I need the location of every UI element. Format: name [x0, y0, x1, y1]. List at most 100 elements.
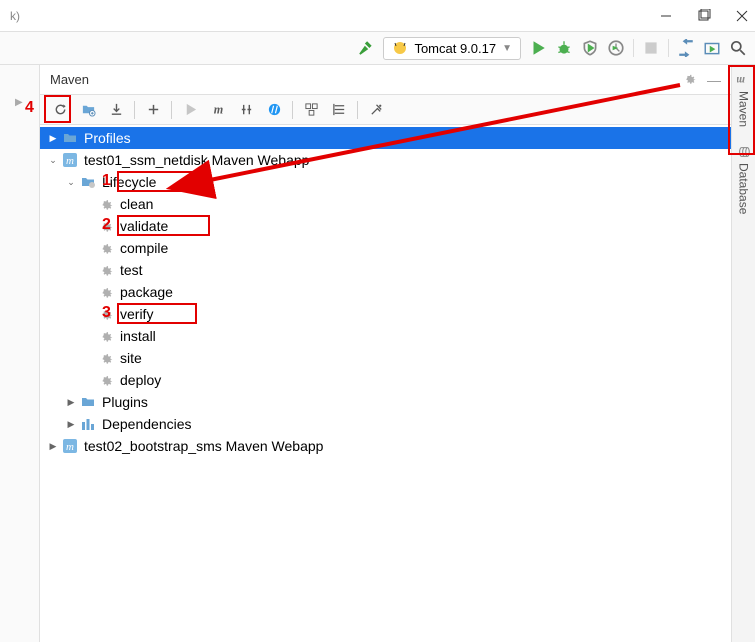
sidebar-tab-maven[interactable]: m Maven [732, 65, 755, 135]
hide-icon[interactable]: — [707, 72, 721, 88]
tree-node-project2[interactable]: ▶ test02_bootstrap_sms Maven Webapp [40, 435, 731, 457]
gear-icon [98, 328, 114, 344]
toggle-skip-tests-button[interactable] [262, 98, 286, 122]
gear-icon [98, 262, 114, 278]
expand-icon[interactable]: ▶ [64, 395, 78, 409]
profile-icon[interactable] [607, 39, 625, 57]
gear-icon[interactable] [682, 71, 697, 89]
run-config-label: Tomcat 9.0.17 [414, 41, 496, 56]
run-config-selector[interactable]: Tomcat 9.0.17 ▼ [383, 37, 521, 60]
tree-node-package[interactable]: ·package [40, 281, 731, 303]
maximize-button[interactable] [697, 9, 711, 23]
node-label: test [120, 262, 143, 278]
tree-node-deploy[interactable]: ·deploy [40, 369, 731, 391]
left-gutter: ▶ [0, 65, 40, 642]
folder-icon [80, 394, 96, 410]
download-sources-button[interactable] [104, 98, 128, 122]
expand-icon[interactable]: ▶ [46, 439, 60, 453]
folder-icon [62, 130, 78, 146]
node-label: Lifecycle [102, 174, 156, 190]
hammer-icon[interactable] [357, 39, 375, 57]
window-controls [659, 9, 749, 23]
node-label: validate [120, 218, 168, 234]
collapse-all-button[interactable] [327, 98, 351, 122]
tree-node-verify[interactable]: ·verify [40, 303, 731, 325]
commit-icon[interactable] [703, 39, 721, 57]
expand-icon[interactable]: ▶ [64, 417, 78, 431]
node-label: test02_bootstrap_sms Maven Webapp [84, 438, 323, 454]
gear-icon [98, 196, 114, 212]
node-label: compile [120, 240, 168, 256]
title-bar: k) [0, 0, 755, 32]
title-suffix: k) [6, 9, 20, 23]
toggle-offline-button[interactable] [234, 98, 258, 122]
tree-node-clean[interactable]: ·clean [40, 193, 731, 215]
gear-icon [98, 350, 114, 366]
tree-node-dependencies[interactable]: ▶Dependencies [40, 413, 731, 435]
reimport-button[interactable] [48, 98, 72, 122]
maven-icon [62, 438, 78, 454]
panel-header: Maven — [40, 65, 731, 95]
tree-node-project1[interactable]: ⌄ test01_ssm_netdisk Maven Webapp [40, 149, 731, 171]
chevron-down-icon: ▼ [502, 43, 512, 54]
debug-icon[interactable] [555, 39, 573, 57]
node-label: Plugins [102, 394, 148, 410]
tree-node-profiles[interactable]: ▶ Profiles [40, 127, 731, 149]
maven-icon: m [737, 73, 751, 87]
gear-icon [98, 218, 114, 234]
separator [171, 101, 172, 119]
run-icon[interactable] [529, 39, 547, 57]
close-button[interactable] [735, 9, 749, 23]
collapse-icon[interactable]: ▶ [15, 97, 23, 108]
collapse-icon[interactable]: ⌄ [64, 175, 78, 189]
maven-panel: Maven — m ▶ [40, 65, 731, 642]
coverage-icon[interactable] [581, 39, 599, 57]
show-dependencies-button[interactable] [299, 98, 323, 122]
node-label: deploy [120, 372, 161, 388]
separator [668, 39, 669, 57]
maven-toolbar: m [40, 95, 731, 125]
maven-icon [62, 152, 78, 168]
tree-node-test[interactable]: ·test [40, 259, 731, 281]
tree-node-validate[interactable]: ·validate [40, 215, 731, 237]
collapse-icon[interactable]: ⌄ [46, 153, 60, 167]
separator [633, 39, 634, 57]
sidebar-tab-database[interactable]: Database [732, 135, 755, 225]
database-icon [737, 145, 751, 159]
tree-node-lifecycle[interactable]: ⌄ Lifecycle [40, 171, 731, 193]
tree-node-install[interactable]: ·install [40, 325, 731, 347]
gear-icon [98, 372, 114, 388]
add-project-button[interactable] [141, 98, 165, 122]
tree-node-plugins[interactable]: ▶ Plugins [40, 391, 731, 413]
right-sidebar: m Maven Database [731, 65, 755, 642]
minimize-button[interactable] [659, 9, 673, 23]
dependencies-icon [80, 416, 96, 432]
generate-sources-button[interactable] [76, 98, 100, 122]
node-label: site [120, 350, 142, 366]
gear-icon [98, 284, 114, 300]
separator [357, 101, 358, 119]
tab-label: Database [737, 163, 751, 214]
tree-node-site[interactable]: ·site [40, 347, 731, 369]
separator [134, 101, 135, 119]
gear-icon [98, 306, 114, 322]
settings-button[interactable] [364, 98, 388, 122]
tab-label: Maven [737, 91, 751, 127]
node-label: test01_ssm_netdisk Maven Webapp [84, 152, 309, 168]
update-icon[interactable] [677, 39, 695, 57]
maven-tree: ▶ Profiles ⌄ test01_ssm_netdisk Maven We… [40, 125, 731, 642]
node-label: verify [120, 306, 153, 322]
tree-node-compile[interactable]: ·compile [40, 237, 731, 259]
search-icon[interactable] [729, 39, 747, 57]
execute-goal-button[interactable]: m [206, 98, 230, 122]
expand-icon[interactable]: ▶ [46, 131, 60, 145]
stop-icon[interactable] [642, 39, 660, 57]
node-label: install [120, 328, 156, 344]
svg-text:m: m [213, 102, 222, 116]
node-label: Profiles [84, 130, 131, 146]
content-area: ▶ Maven — m [0, 65, 755, 642]
run-maven-button[interactable] [178, 98, 202, 122]
main-toolbar: Tomcat 9.0.17 ▼ [0, 32, 755, 65]
svg-text:m: m [737, 74, 745, 86]
node-label: clean [120, 196, 153, 212]
